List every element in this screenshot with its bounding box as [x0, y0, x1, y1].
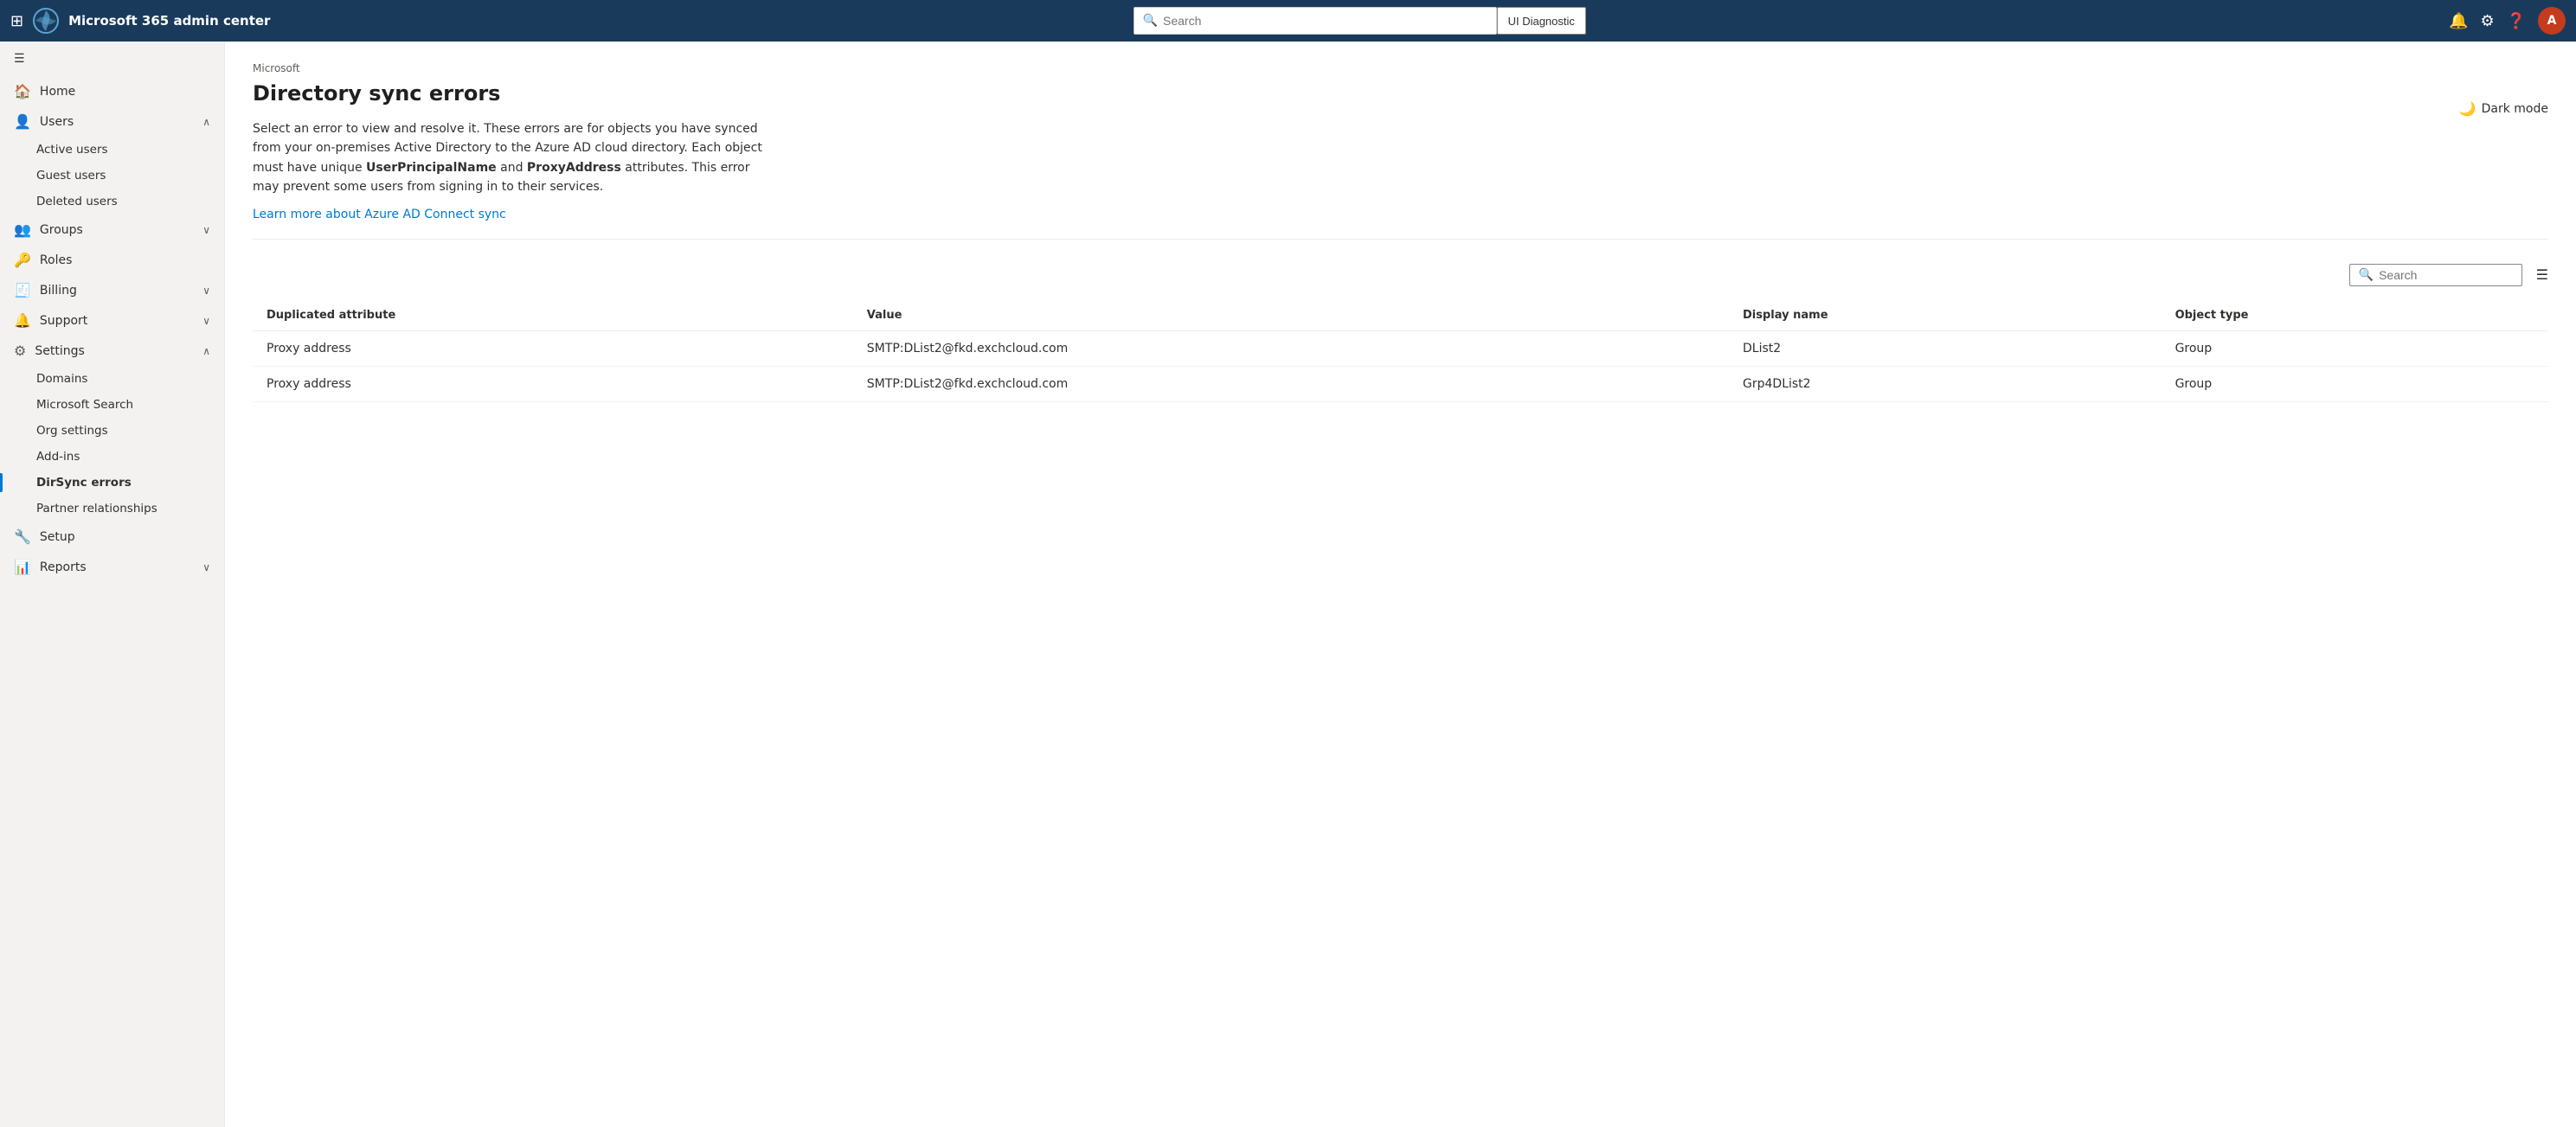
sidebar-item-add-ins[interactable]: Add-ins: [36, 444, 224, 470]
roles-icon: 🔑: [14, 252, 31, 268]
table-toolbar: 🔍 ☰: [253, 257, 2548, 293]
chevron-down-icon-reports: ∨: [202, 561, 210, 573]
topbar-search-box[interactable]: 🔍: [1134, 7, 1497, 35]
cell-display-name-1: Grp4DList2: [1729, 366, 2162, 401]
reports-icon: 📊: [14, 559, 31, 575]
col-display-name: Display name: [1729, 300, 2162, 331]
bold-proxy: ProxyAddress: [527, 161, 621, 175]
main-layout: ☰ 🏠 Home 👤 Users ∧ Active users Guest us…: [0, 42, 2576, 1127]
chevron-up-icon-settings: ∧: [202, 345, 210, 357]
sidebar-item-support[interactable]: 🔔 Support ∨: [0, 305, 224, 336]
sidebar-item-users[interactable]: 👤 Users ∧: [0, 106, 224, 137]
learn-more-link[interactable]: Learn more about Azure AD Connect sync: [253, 208, 506, 221]
page-title: Directory sync errors: [253, 81, 2548, 106]
dark-mode-toggle[interactable]: 🌙 Dark mode: [2459, 100, 2548, 117]
sidebar-item-dirsync-errors[interactable]: DirSync errors: [36, 470, 224, 496]
chevron-down-icon: ∨: [202, 224, 210, 236]
sidebar-item-settings[interactable]: ⚙ Settings ∧: [0, 336, 224, 366]
groups-icon: 👥: [14, 221, 31, 238]
chevron-down-icon-billing: ∨: [202, 285, 210, 297]
topbar-search-input[interactable]: [1163, 14, 1487, 28]
app-title: Microsoft 365 admin center: [68, 13, 270, 29]
cell-value-1: SMTP:DList2@fkd.exchcloud.com: [853, 366, 1729, 401]
col-duplicated-attribute: Duplicated attribute: [253, 300, 853, 331]
sidebar-item-home[interactable]: 🏠 Home: [0, 76, 224, 106]
settings-icon[interactable]: ⚙: [2480, 12, 2494, 30]
sidebar: ☰ 🏠 Home 👤 Users ∧ Active users Guest us…: [0, 42, 225, 1127]
help-icon[interactable]: ❓: [2507, 12, 2526, 30]
filter-icon[interactable]: ☰: [2536, 266, 2548, 283]
sidebar-item-setup[interactable]: 🔧 Setup: [0, 522, 224, 552]
cell-object-type-1: Group: [2162, 366, 2548, 401]
sidebar-toggle-button[interactable]: ☰: [0, 42, 224, 76]
breadcrumb: Microsoft: [253, 62, 2548, 74]
sidebar-settings-submenu: Domains Microsoft Search Org settings Ad…: [0, 366, 224, 522]
home-icon: 🏠: [14, 83, 31, 99]
col-value: Value: [853, 300, 1729, 331]
topbar: ⊞ Microsoft 365 admin center 🔍 UI Diagno…: [0, 0, 2576, 42]
topbar-right: 🔔 ⚙ ❓ A: [2449, 7, 2566, 35]
topbar-search-wrap: 🔍 UI Diagnostic: [280, 7, 2438, 35]
table-search-icon: 🔍: [2359, 268, 2374, 282]
setup-icon: 🔧: [14, 528, 31, 545]
sidebar-item-guest-users[interactable]: Guest users: [36, 163, 224, 189]
users-icon: 👤: [14, 113, 31, 130]
sidebar-users-submenu: Active users Guest users Deleted users: [0, 137, 224, 215]
app-logo: [32, 7, 60, 35]
dark-mode-label: Dark mode: [2482, 102, 2548, 116]
cell-object-type-0: Group: [2162, 330, 2548, 366]
main-content: 🌙 Dark mode Microsoft Directory sync err…: [225, 42, 2576, 1127]
dark-mode-icon: 🌙: [2459, 100, 2476, 117]
table-search-wrap[interactable]: 🔍: [2349, 264, 2522, 286]
settings-sidebar-icon: ⚙: [14, 343, 26, 359]
table-row[interactable]: Proxy address SMTP:DList2@fkd.exchcloud.…: [253, 366, 2548, 401]
table-header: Duplicated attribute Value Display name …: [253, 300, 2548, 331]
sidebar-item-domains[interactable]: Domains: [36, 366, 224, 392]
sidebar-item-roles[interactable]: 🔑 Roles: [0, 245, 224, 275]
content-divider: [253, 239, 2548, 240]
sidebar-item-reports[interactable]: 📊 Reports ∨: [0, 552, 224, 582]
table-body: Proxy address SMTP:DList2@fkd.exchcloud.…: [253, 330, 2548, 401]
chevron-up-icon: ∧: [202, 116, 210, 128]
bell-icon[interactable]: 🔔: [2449, 12, 2468, 30]
cell-value-0: SMTP:DList2@fkd.exchcloud.com: [853, 330, 1729, 366]
bold-upn: UserPrincipalName: [366, 161, 497, 175]
table-header-row: Duplicated attribute Value Display name …: [253, 300, 2548, 331]
topbar-left: ⊞ Microsoft 365 admin center: [10, 7, 270, 35]
ui-diagnostic-button[interactable]: UI Diagnostic: [1497, 7, 1586, 35]
sidebar-item-billing[interactable]: 🧾 Billing ∨: [0, 275, 224, 305]
col-object-type: Object type: [2162, 300, 2548, 331]
sidebar-item-microsoft-search[interactable]: Microsoft Search: [36, 392, 224, 418]
grid-icon[interactable]: ⊞: [10, 12, 23, 30]
chevron-down-icon-support: ∨: [202, 315, 210, 327]
cell-duplicated-attribute-1: Proxy address: [253, 366, 853, 401]
cell-display-name-0: DList2: [1729, 330, 2162, 366]
sidebar-item-active-users[interactable]: Active users: [36, 137, 224, 163]
hamburger-icon: ☰: [14, 52, 25, 66]
table-row[interactable]: Proxy address SMTP:DList2@fkd.exchcloud.…: [253, 330, 2548, 366]
sync-errors-table: Duplicated attribute Value Display name …: [253, 300, 2548, 402]
sidebar-item-org-settings[interactable]: Org settings: [36, 418, 224, 444]
topbar-search-icon: 🔍: [1143, 14, 1158, 28]
sidebar-item-deleted-users[interactable]: Deleted users: [36, 189, 224, 215]
support-icon: 🔔: [14, 312, 31, 329]
sidebar-item-partner-relationships[interactable]: Partner relationships: [36, 496, 224, 522]
avatar[interactable]: A: [2538, 7, 2566, 35]
sidebar-item-groups[interactable]: 👥 Groups ∨: [0, 215, 224, 245]
cell-duplicated-attribute-0: Proxy address: [253, 330, 853, 366]
page-description: Select an error to view and resolve it. …: [253, 119, 772, 197]
billing-icon: 🧾: [14, 282, 31, 298]
table-search-input[interactable]: [2379, 268, 2513, 282]
